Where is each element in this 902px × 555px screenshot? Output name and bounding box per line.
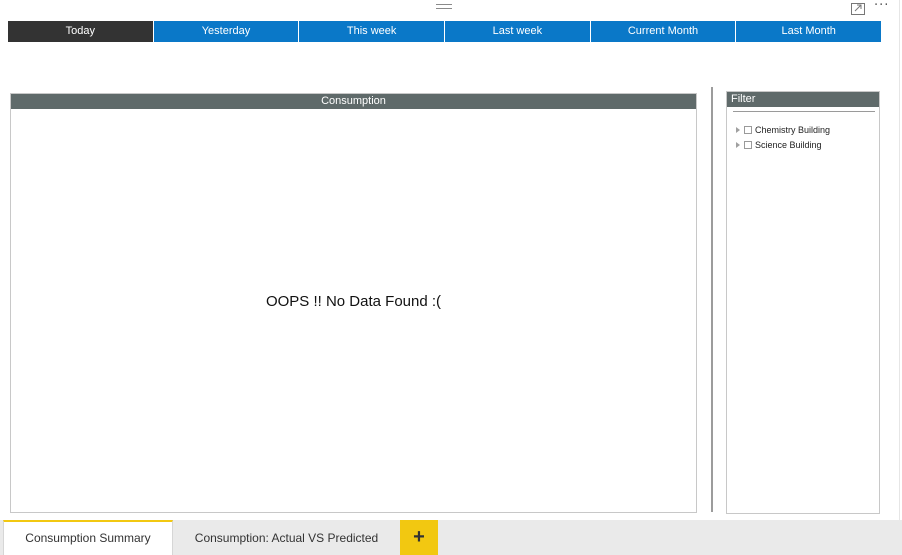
more-options-icon[interactable]: ··· [874, 0, 890, 14]
date-filter-tabs: Today Yesterday This week Last week Curr… [8, 21, 882, 42]
tab-this-week[interactable]: This week [299, 21, 445, 42]
filter-title: Filter [727, 92, 879, 107]
consumption-title: Consumption [11, 94, 696, 109]
expand-arrow-icon[interactable] [736, 126, 740, 133]
canvas-edge [899, 0, 900, 520]
filter-item-chemistry-building[interactable]: Chemistry Building [736, 122, 830, 137]
no-data-message: OOPS !! No Data Found :( [265, 293, 442, 310]
drag-handle-icon[interactable] [436, 4, 452, 11]
page-tabs-bar: Consumption Summary Consumption: Actual … [0, 520, 902, 555]
expand-arrow-icon[interactable] [736, 141, 740, 148]
checkbox-icon[interactable] [744, 140, 752, 149]
filter-list: Chemistry Building Science Building [736, 122, 830, 152]
filter-slicer[interactable]: Filter Chemistry Building Science Buildi… [726, 91, 880, 514]
tab-last-week[interactable]: Last week [445, 21, 590, 42]
filter-item-label: Chemistry Building [755, 124, 831, 135]
consumption-visual[interactable]: Consumption OOPS !! No Data Found :( [10, 93, 697, 513]
filter-divider [733, 111, 875, 112]
checkbox-icon[interactable] [744, 125, 752, 134]
filter-item-label: Science Building [755, 139, 822, 150]
tab-current-month[interactable]: Current Month [590, 21, 736, 42]
page-tab-actual-vs-predicted[interactable]: Consumption: Actual VS Predicted [174, 520, 399, 555]
focus-mode-icon[interactable] [851, 2, 865, 15]
tab-last-month[interactable]: Last Month [736, 21, 882, 42]
panel-separator [711, 87, 713, 512]
page-tab-consumption-summary[interactable]: Consumption Summary [3, 520, 173, 555]
filter-item-science-building[interactable]: Science Building [736, 137, 830, 152]
tab-today[interactable]: Today [8, 21, 153, 42]
tab-yesterday[interactable]: Yesterday [153, 21, 299, 42]
add-page-button[interactable]: + [400, 520, 438, 555]
